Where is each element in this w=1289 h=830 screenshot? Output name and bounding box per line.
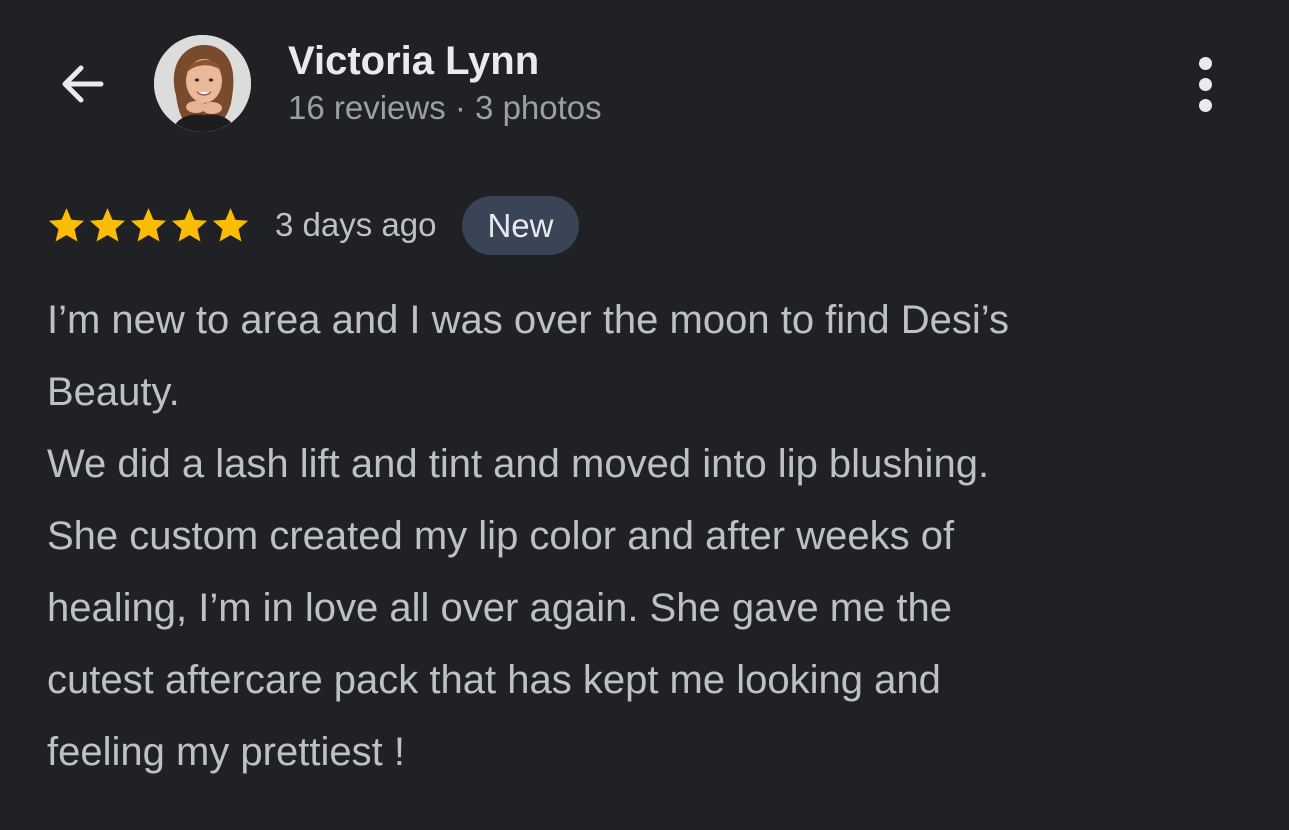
rating-row: 3 days ago New — [46, 195, 579, 255]
review-text: I’m new to area and I was over the moon … — [47, 284, 1257, 788]
review-time: 3 days ago — [275, 206, 437, 243]
star-icon — [212, 207, 249, 242]
reviewer-name[interactable]: Victoria Lynn — [288, 38, 539, 84]
back-button[interactable] — [52, 56, 112, 112]
review-text-line: We did a lash lift and tint and moved in… — [47, 442, 990, 486]
review-text-line: feeling my prettiest ! — [47, 730, 405, 774]
review-text-line: She custom created my lip color and afte… — [47, 514, 955, 558]
star-rating — [46, 205, 251, 246]
star-icon — [48, 207, 85, 242]
more-options-button[interactable] — [1180, 52, 1230, 116]
review-text-line: Beauty. — [47, 370, 180, 414]
star-icon — [89, 207, 126, 242]
star-icon — [171, 207, 208, 242]
review-text-line: I’m new to area and I was over the moon … — [47, 298, 1009, 342]
review-text-line: cutest aftercare pack that has kept me l… — [47, 658, 941, 702]
review-text-line: healing, I’m in love all over again. She… — [47, 586, 952, 630]
new-badge: New — [462, 195, 579, 255]
reviewer-stats: 16 reviews · 3 photos — [288, 89, 602, 126]
arrow-left-icon — [62, 65, 104, 103]
avatar[interactable] — [154, 35, 251, 132]
more-vert-icon — [1198, 56, 1212, 70]
star-icon — [130, 207, 167, 242]
